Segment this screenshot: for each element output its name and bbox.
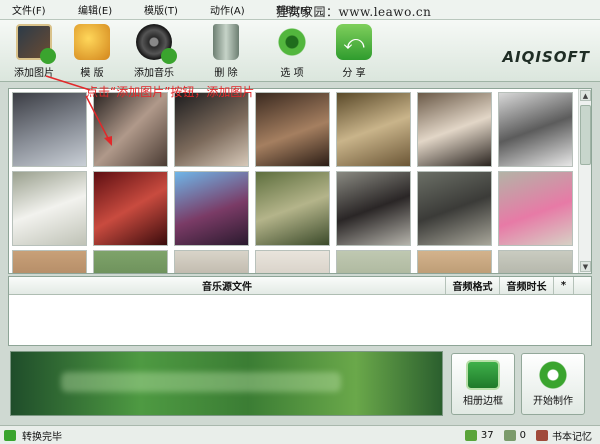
add-music-icon xyxy=(136,24,177,64)
status-bar: 转换完毕 37 0 书本记忆 xyxy=(0,425,600,444)
image-thumbnail[interactable] xyxy=(498,250,573,273)
grid-scrollbar[interactable]: ▲ ▼ xyxy=(578,89,591,273)
image-thumbnail[interactable] xyxy=(93,250,168,273)
image-thumbnail[interactable] xyxy=(336,250,411,273)
menu-bar: 文件(F) 编辑(E) 模版(T) 动作(A) 帮助(H) 狸窝家园：www.l… xyxy=(0,0,600,20)
music-count: 0 xyxy=(519,430,526,441)
options-button[interactable]: 选 项 xyxy=(262,22,322,80)
start-button[interactable]: 开始制作 xyxy=(521,353,585,415)
image-thumbnail[interactable] xyxy=(417,250,492,273)
banner-blurred-content xyxy=(61,372,341,392)
col-marker[interactable]: * xyxy=(554,277,574,294)
start-arrow-icon xyxy=(536,360,570,390)
template-icon xyxy=(74,24,110,60)
album-frame-label: 相册边框 xyxy=(463,396,503,407)
image-count-icon xyxy=(464,430,477,441)
image-thumbnail[interactable] xyxy=(417,92,492,167)
add-music-button[interactable]: 添加音乐 xyxy=(124,22,184,80)
image-thumbnail[interactable] xyxy=(336,92,411,167)
scroll-up-icon[interactable]: ▲ xyxy=(580,90,591,101)
album-frame-icon xyxy=(466,360,500,390)
image-thumbnail[interactable] xyxy=(93,92,168,167)
scroll-thumb[interactable] xyxy=(580,105,591,165)
template-label: 模 版 xyxy=(80,68,104,79)
add-image-button[interactable]: 添加图片 xyxy=(4,22,64,80)
notebook-icon xyxy=(536,430,548,441)
share-button[interactable]: ⤺ 分 享 xyxy=(324,22,384,80)
music-count-icon xyxy=(503,430,516,441)
delete-label: 删 除 xyxy=(214,68,238,79)
album-frame-button[interactable]: 相册边框 xyxy=(451,353,515,415)
image-thumbnail[interactable] xyxy=(255,171,330,246)
image-thumbnail[interactable] xyxy=(498,92,573,167)
share-label: 分 享 xyxy=(342,68,366,79)
image-thumbnail[interactable] xyxy=(498,171,573,246)
image-thumbnail[interactable] xyxy=(12,171,87,246)
toolbar: 添加图片 模 版 添加音乐 删 除 选 项 ⤺ 分 享 AIQISOFT xyxy=(0,20,600,82)
trash-icon xyxy=(213,24,239,60)
image-thumbnail[interactable] xyxy=(255,92,330,167)
music-table-header: 音乐源文件 音频格式 音频时长 * xyxy=(9,277,591,295)
status-ok-icon xyxy=(4,429,16,441)
watermark-text: 狸窝家园：www.leawo.cn xyxy=(276,5,432,19)
ad-banner[interactable] xyxy=(10,351,443,416)
delete-button[interactable]: 删 除 xyxy=(196,22,256,80)
add-image-label: 添加图片 xyxy=(14,68,54,79)
image-thumbnail[interactable] xyxy=(174,171,249,246)
add-music-label: 添加音乐 xyxy=(134,68,174,79)
image-thumbnail[interactable] xyxy=(93,171,168,246)
menu-edit[interactable]: 编辑(E) xyxy=(66,2,132,17)
instruction-annotation: 点击“添加图片”按钮，添加图片 xyxy=(86,85,255,99)
image-thumbnail[interactable] xyxy=(255,250,330,273)
image-thumbnail[interactable] xyxy=(417,171,492,246)
col-audio-format[interactable]: 音频格式 xyxy=(446,277,500,294)
menu-file[interactable]: 文件(F) xyxy=(0,2,66,17)
gear-icon xyxy=(274,24,310,60)
status-counters: 37 0 书本记忆 xyxy=(464,428,592,443)
brand-logo: AIQISOFT xyxy=(502,48,590,66)
image-count: 37 xyxy=(480,430,494,441)
start-label: 开始制作 xyxy=(533,396,573,407)
image-thumbnail[interactable] xyxy=(12,92,87,167)
scroll-down-icon[interactable]: ▼ xyxy=(580,261,591,272)
status-text: 转换完毕 xyxy=(22,431,62,443)
col-music-source[interactable]: 音乐源文件 xyxy=(9,277,446,294)
options-label: 选 项 xyxy=(280,68,304,79)
image-thumbnail[interactable] xyxy=(174,92,249,167)
image-thumbnail[interactable] xyxy=(174,250,249,273)
menu-template[interactable]: 模版(T) xyxy=(132,2,198,17)
music-table[interactable]: 音乐源文件 音频格式 音频时长 * xyxy=(8,276,592,346)
add-image-icon xyxy=(16,24,56,64)
image-thumbnail[interactable] xyxy=(336,171,411,246)
menu-action[interactable]: 动作(A) xyxy=(198,2,264,17)
template-button[interactable]: 模 版 xyxy=(62,22,122,80)
share-icon: ⤺ xyxy=(336,24,372,60)
image-thumbnail[interactable] xyxy=(12,250,87,273)
image-grid-panel[interactable]: ▲ ▼ xyxy=(8,88,592,274)
col-audio-duration[interactable]: 音频时长 xyxy=(500,277,554,294)
notebook-label[interactable]: 书本记忆 xyxy=(552,428,592,443)
